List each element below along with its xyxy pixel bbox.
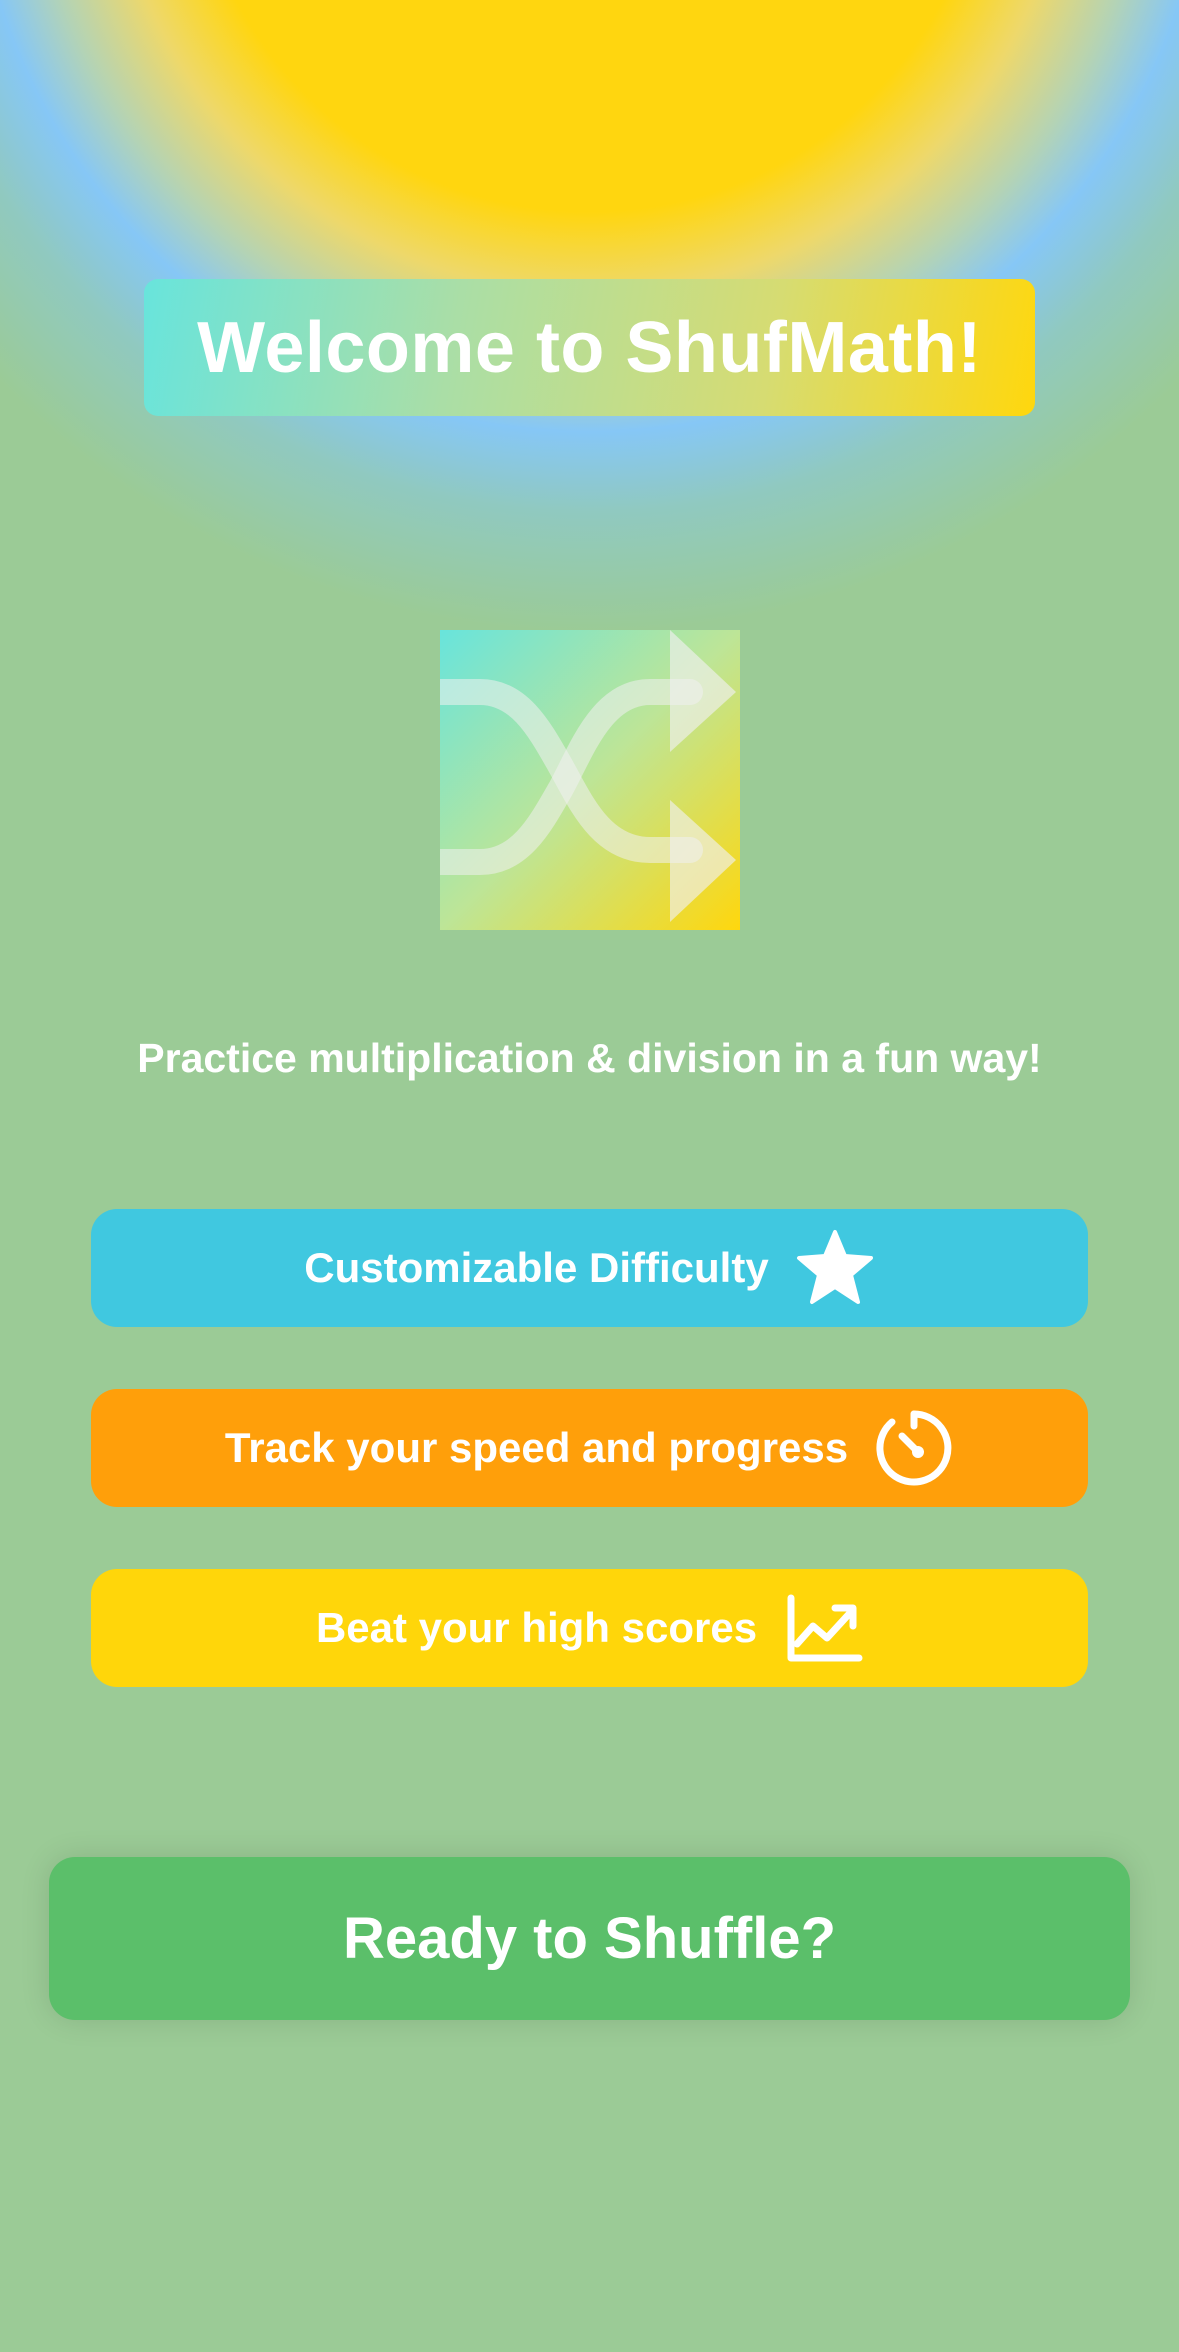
feature-label: Customizable Difficulty	[304, 1244, 769, 1291]
chart-line-uptrend-icon	[783, 1588, 863, 1668]
feature-label: Track your speed and progress	[224, 1424, 849, 1471]
shuffle-icon	[440, 630, 736, 922]
title-banner: Welcome to ShufMath!	[144, 279, 1035, 416]
star-icon	[795, 1228, 875, 1308]
app-logo	[440, 630, 740, 930]
welcome-screen: Welcome to ShufMath! Practice multiplica…	[0, 0, 1179, 2352]
tagline: Practice multiplication & division in a …	[137, 1035, 1042, 1081]
feature-high-scores[interactable]: Beat your high scores	[91, 1569, 1088, 1687]
feature-label: Beat your high scores	[315, 1604, 758, 1651]
feature-track-progress[interactable]: Track your speed and progress	[91, 1389, 1088, 1507]
ready-to-shuffle-button[interactable]: Ready to Shuffle?	[49, 1857, 1130, 2020]
feature-customizable-difficulty[interactable]: Customizable Difficulty	[91, 1209, 1088, 1327]
page-title: Welcome to ShufMath!	[197, 307, 982, 388]
timer-icon	[874, 1408, 954, 1488]
